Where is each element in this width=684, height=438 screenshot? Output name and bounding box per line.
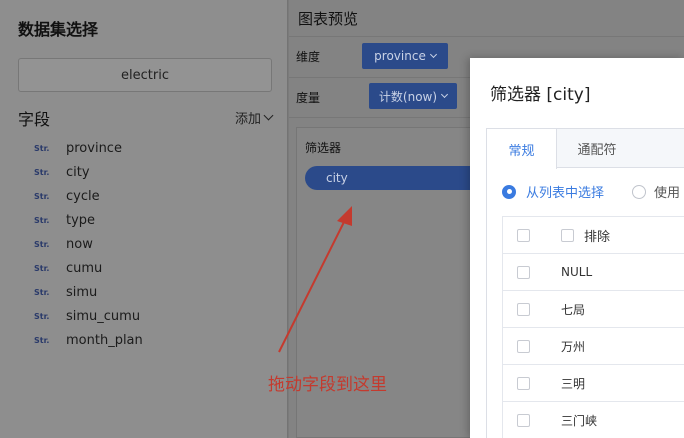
field-name: simu_cumu: [66, 308, 141, 324]
tab-general[interactable]: 常规: [487, 129, 557, 169]
tab-wildcard[interactable]: 通配符: [557, 129, 637, 168]
string-type-icon: Str.: [34, 263, 50, 273]
measure-value: 计数(now): [378, 89, 438, 104]
field-name: cumu: [66, 260, 103, 276]
string-type-icon: Str.: [34, 239, 50, 249]
row-checkbox[interactable]: [517, 302, 530, 316]
fields-header: 字段 添加: [18, 106, 274, 129]
filter-dialog: 筛选器 [city] 常规 通配符 从列表中选择 使用 排除 NULL 七局 万…: [470, 58, 684, 438]
measure-pill[interactable]: 计数(now): [369, 83, 457, 109]
field-list: Str. province Str. city Str. cycle Str. type…: [34, 136, 143, 352]
radio-use-custom-label[interactable]: 使用: [654, 182, 680, 201]
divider: [289, 36, 684, 37]
field-name: simu: [66, 284, 98, 300]
field-name: now: [66, 236, 93, 252]
string-type-icon: Str.: [34, 287, 50, 297]
dataset-panel: 数据集选择 electric 字段 添加 Str. province Str. ci…: [0, 0, 288, 438]
row-value: 三明: [561, 376, 586, 391]
filter-label: 筛选器: [305, 141, 342, 155]
dataset-panel-title: 数据集选择: [18, 20, 99, 39]
add-field-button[interactable]: 添加: [234, 108, 274, 127]
select-all-checkbox[interactable]: [517, 228, 530, 242]
field-item[interactable]: Str. now: [34, 232, 143, 256]
table-row[interactable]: 三门峡: [503, 402, 684, 438]
divider: [556, 167, 684, 168]
selection-mode-radios: 从列表中选择 使用: [502, 182, 680, 201]
exclude-checkbox[interactable]: [561, 228, 574, 242]
add-field-label: 添加: [234, 112, 261, 127]
field-item[interactable]: Str. cycle: [34, 184, 143, 208]
radio-select-from-list[interactable]: [502, 184, 516, 199]
radio-select-from-list-label[interactable]: 从列表中选择: [526, 182, 604, 201]
row-value: 三门峡: [561, 413, 598, 428]
radio-use-custom[interactable]: [632, 184, 647, 199]
exclude-label: 排除: [584, 229, 611, 245]
divider: [486, 168, 487, 438]
chevron-down-icon: [441, 90, 449, 99]
table-header-row: 排除: [503, 217, 684, 254]
row-value: 万州: [561, 339, 586, 354]
annotation-text: 拖动字段到这里: [268, 375, 387, 395]
dataset-select[interactable]: electric: [18, 58, 272, 92]
dimension-value: province: [374, 49, 426, 63]
row-checkbox[interactable]: [517, 339, 530, 353]
row-checkbox[interactable]: [517, 413, 530, 427]
field-item[interactable]: Str. month_plan: [34, 328, 143, 352]
chevron-down-icon: [429, 50, 437, 59]
table-row[interactable]: 七局: [503, 291, 684, 328]
filter-pill-city[interactable]: city: [305, 166, 485, 190]
dimension-pill[interactable]: province: [362, 43, 448, 69]
field-item[interactable]: Str. simu: [34, 280, 143, 304]
fields-title: 字段: [18, 110, 51, 129]
table-row[interactable]: 三明: [503, 365, 684, 402]
string-type-icon: Str.: [34, 215, 50, 225]
string-type-icon: Str.: [34, 311, 50, 321]
field-name: province: [66, 140, 122, 156]
dialog-title: 筛选器 [city]: [490, 85, 591, 105]
row-checkbox[interactable]: [517, 265, 530, 279]
dialog-tabs: 常规 通配符: [486, 128, 684, 169]
field-name: month_plan: [66, 332, 143, 348]
field-item[interactable]: Str. city: [34, 160, 143, 184]
string-type-icon: Str.: [34, 191, 50, 201]
row-checkbox[interactable]: [517, 376, 530, 390]
table-row[interactable]: 万州: [503, 328, 684, 365]
string-type-icon: Str.: [34, 335, 50, 345]
field-name: type: [66, 212, 96, 228]
field-item[interactable]: Str. type: [34, 208, 143, 232]
table-row[interactable]: NULL: [503, 254, 684, 291]
string-type-icon: Str.: [34, 143, 50, 153]
measure-label: 度量: [296, 91, 321, 105]
row-value: 七局: [561, 302, 586, 317]
field-name: city: [66, 164, 90, 180]
value-table: 排除 NULL 七局 万州 三明 三门峡: [502, 216, 684, 438]
field-name: cycle: [66, 188, 100, 204]
row-value: NULL: [561, 265, 593, 279]
field-item[interactable]: Str. province: [34, 136, 143, 160]
dimension-label: 维度: [296, 50, 321, 64]
string-type-icon: Str.: [34, 167, 50, 177]
chevron-down-icon: [263, 110, 274, 121]
field-item[interactable]: Str. simu_cumu: [34, 304, 143, 328]
chart-preview-title: 图表预览: [298, 10, 359, 28]
field-item[interactable]: Str. cumu: [34, 256, 143, 280]
